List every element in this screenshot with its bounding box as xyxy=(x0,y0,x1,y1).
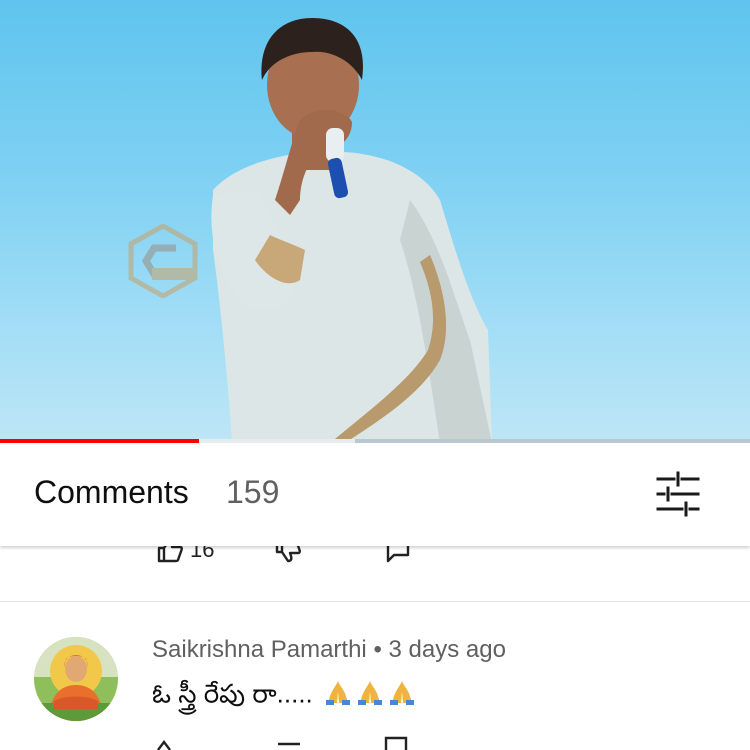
comment-text: ఓ స్త్రీ రేపు రా..... xyxy=(152,678,416,715)
video-progress-bar[interactable] xyxy=(0,439,750,443)
next-comment-actions xyxy=(0,734,750,750)
reply-icon xyxy=(384,736,408,750)
video-player[interactable] xyxy=(0,0,750,443)
sliders-icon xyxy=(656,471,700,517)
comment-time: 3 days ago xyxy=(388,636,506,663)
thumb-up-icon xyxy=(157,740,171,750)
played-bar xyxy=(0,439,199,443)
avatar-image xyxy=(34,637,118,721)
comment-author[interactable]: Saikrishna Pamarthi xyxy=(152,636,367,663)
comments-title: Comments xyxy=(34,474,189,510)
folded-hands-icon xyxy=(356,678,384,713)
sort-button[interactable] xyxy=(652,471,704,517)
comment-body: ఓ స్త్రీ రేపు రా..... xyxy=(152,678,313,709)
video-frame xyxy=(211,18,492,443)
folded-hands-icon xyxy=(324,678,352,713)
comment-meta: Saikrishna Pamarthi • 3 days ago xyxy=(152,636,506,664)
watermark-logo xyxy=(126,223,200,299)
meta-separator: • xyxy=(373,636,382,663)
comments-header: Comments 159 xyxy=(0,444,750,546)
comment-item: Saikrishna Pamarthi • 3 days ago ఓ స్త్ర… xyxy=(0,602,750,750)
folded-hands-icon xyxy=(388,678,416,713)
avatar[interactable] xyxy=(34,637,118,721)
comments-count: 159 xyxy=(226,474,280,510)
